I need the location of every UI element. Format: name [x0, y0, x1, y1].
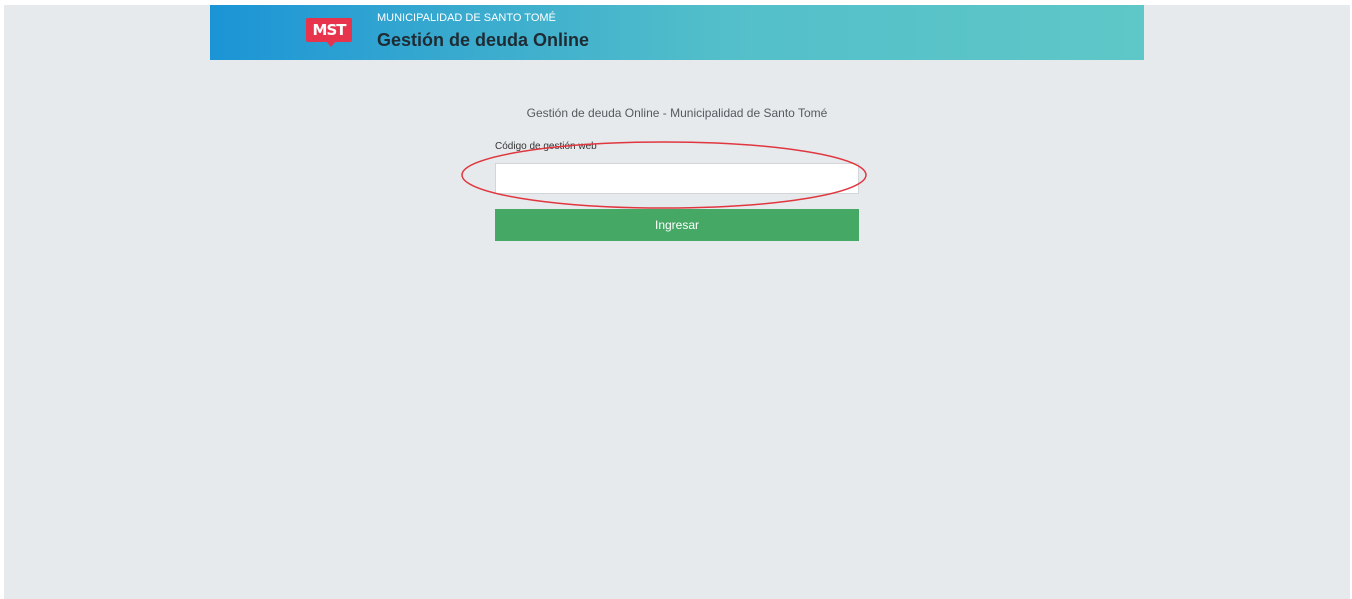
- code-field-label: Código de gestión web: [495, 141, 597, 152]
- header-banner: MST MUNICIPALIDAD DE SANTO TOMÉ Gestión …: [210, 5, 1144, 60]
- mst-logo: MST: [306, 18, 352, 48]
- logo-bubble-tail: [326, 41, 336, 47]
- logo-text: MST: [312, 21, 347, 39]
- page-title: Gestión de deuda Online: [377, 30, 590, 50]
- header-subtitle: MUNICIPALIDAD DE SANTO TOMÉ: [377, 12, 556, 24]
- page-background: MST MUNICIPALIDAD DE SANTO TOMÉ Gestión …: [4, 5, 1350, 599]
- code-input[interactable]: [495, 163, 859, 194]
- intro-text: Gestión de deuda Online - Municipalidad …: [526, 106, 828, 120]
- submit-button[interactable]: Ingresar: [495, 209, 859, 241]
